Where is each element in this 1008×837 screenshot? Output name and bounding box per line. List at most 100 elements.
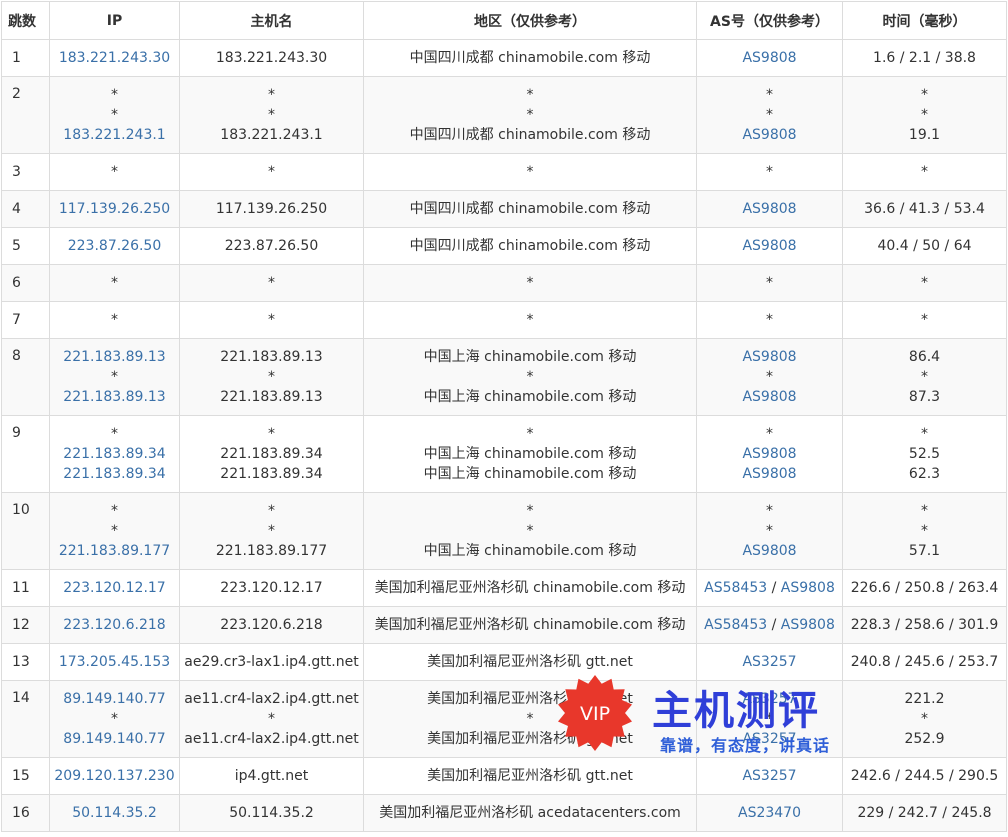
ip-link[interactable]: 89.149.140.77 bbox=[63, 691, 165, 707]
as-link[interactable]: AS9808 bbox=[742, 446, 796, 462]
ip-link[interactable]: 209.120.137.230 bbox=[54, 768, 174, 784]
ip-value: * bbox=[111, 107, 118, 123]
table-row: 5 223.87.26.50 223.87.26.50 中国四川成都 chinamob… bbox=[1, 227, 1007, 265]
host-line: 223.87.26.50 bbox=[224, 238, 319, 254]
time-cell: 228.3 / 258.6 / 301.9 bbox=[842, 606, 1007, 644]
as-cell: AS58453 / AS9808 bbox=[696, 569, 843, 607]
time-line: * bbox=[921, 523, 928, 539]
as-link[interactable]: AS23470 bbox=[738, 805, 801, 821]
ip-link[interactable]: 221.183.89.177 bbox=[59, 543, 170, 559]
host-cell: * 221.183.89.34 221.183.89.34 bbox=[179, 415, 364, 493]
as-line: AS9808 bbox=[697, 48, 842, 68]
ip-line: 209.120.137.230 bbox=[50, 766, 179, 786]
as-link[interactable]: AS9808 bbox=[742, 127, 796, 143]
host-line: ae11.cr4-lax2.ip4.gtt.net bbox=[184, 691, 359, 707]
as-line: * bbox=[697, 709, 842, 729]
ip-link[interactable]: 89.149.140.77 bbox=[63, 731, 165, 747]
as-link[interactable]: AS3257 bbox=[742, 768, 796, 784]
host-cell: * * 221.183.89.177 bbox=[179, 492, 364, 570]
as-link[interactable]: AS3257 bbox=[742, 654, 796, 670]
hop-number: 4 bbox=[1, 190, 50, 228]
ip-link[interactable]: 221.183.89.13 bbox=[63, 389, 165, 405]
as-cell: AS9808 bbox=[696, 39, 843, 77]
region-cell: 中国上海 chinamobile.com 移动 * 中国上海 chinamobile… bbox=[363, 338, 697, 416]
ip-cell: 89.149.140.77 * 89.149.140.77 bbox=[49, 680, 180, 758]
hop-number: 16 bbox=[1, 794, 50, 832]
as-link[interactable]: AS58453 bbox=[704, 580, 767, 596]
ip-link[interactable]: 183.221.243.1 bbox=[63, 127, 165, 143]
ip-value: * bbox=[111, 87, 118, 103]
time-line: 19.1 bbox=[908, 127, 941, 143]
as-link[interactable]: AS58453 bbox=[704, 617, 767, 633]
ip-link[interactable]: 50.114.35.2 bbox=[72, 805, 157, 821]
as-link[interactable]: AS9808 bbox=[742, 50, 796, 66]
as-line: AS23470 bbox=[697, 803, 842, 823]
host-line: 221.183.89.34 bbox=[220, 466, 323, 482]
as-link[interactable]: AS9808 bbox=[742, 349, 796, 365]
as-link[interactable]: AS9808 bbox=[742, 389, 796, 405]
host-line: * bbox=[268, 523, 275, 539]
as-line: * bbox=[697, 162, 842, 182]
as-cell: * bbox=[696, 301, 843, 339]
ip-link[interactable]: 173.205.45.153 bbox=[59, 654, 170, 670]
as-cell: AS3257 * AS3257 bbox=[696, 680, 843, 758]
hop-number: 2 bbox=[1, 76, 50, 154]
table-row: 14 89.149.140.77 * 89.149.140.77 ae11.cr4-la… bbox=[1, 680, 1007, 758]
as-line: * bbox=[697, 85, 842, 105]
ip-cell: * bbox=[49, 264, 180, 302]
as-link[interactable]: AS9808 bbox=[742, 201, 796, 217]
time-cell: 86.4 * 87.3 bbox=[842, 338, 1007, 416]
as-link[interactable]: AS9808 bbox=[742, 543, 796, 559]
time-cell: 229 / 242.7 / 245.8 bbox=[842, 794, 1007, 832]
as-link[interactable]: AS9808 bbox=[781, 580, 835, 596]
host-line: * bbox=[268, 711, 275, 727]
as-line: AS9808 bbox=[697, 541, 842, 561]
ip-link[interactable]: 221.183.89.34 bbox=[63, 466, 165, 482]
ip-link[interactable]: 117.139.26.250 bbox=[59, 201, 170, 217]
ip-link[interactable]: 223.120.6.218 bbox=[63, 617, 165, 633]
time-line: 40.4 / 50 / 64 bbox=[877, 238, 972, 254]
table-row: 7 * * * * * bbox=[1, 301, 1007, 339]
time-line: * bbox=[921, 711, 928, 727]
as-value: * bbox=[766, 503, 773, 519]
as-link[interactable]: AS9808 bbox=[781, 617, 835, 633]
ip-value: * bbox=[111, 503, 118, 519]
ip-value: * bbox=[111, 312, 118, 328]
hop-number: 14 bbox=[1, 680, 50, 758]
host-line: 221.183.89.13 bbox=[220, 389, 323, 405]
as-value: * bbox=[766, 275, 773, 291]
time-line: * bbox=[921, 426, 928, 442]
ip-cell: 223.87.26.50 bbox=[49, 227, 180, 265]
as-value: * bbox=[766, 369, 773, 385]
ip-link[interactable]: 221.183.89.34 bbox=[63, 446, 165, 462]
ip-link[interactable]: 223.87.26.50 bbox=[68, 238, 162, 254]
table-row: 12 223.120.6.218 223.120.6.218 美国加利福尼亚州洛杉矶 … bbox=[1, 606, 1007, 644]
header-region: 地区（仅供参考） bbox=[363, 1, 697, 40]
table-row: 11 223.120.12.17 223.120.12.17 美国加利福尼亚州洛杉矶 … bbox=[1, 569, 1007, 607]
region-cell: * bbox=[363, 301, 697, 339]
ip-cell: 50.114.35.2 bbox=[49, 794, 180, 832]
ip-link[interactable]: 223.120.12.17 bbox=[63, 580, 165, 596]
as-cell: AS9808 * AS9808 bbox=[696, 338, 843, 416]
hop-number: 7 bbox=[1, 301, 50, 339]
as-link[interactable]: AS3257 bbox=[742, 691, 796, 707]
time-line: 221.2 bbox=[904, 691, 945, 707]
as-link[interactable]: AS9808 bbox=[742, 238, 796, 254]
ip-line: * bbox=[50, 105, 179, 125]
as-line: * bbox=[697, 521, 842, 541]
region-cell: 美国加利福尼亚州洛杉矶 gtt.net * 美国加利福尼亚州洛杉矶 gtt.net bbox=[363, 680, 697, 758]
host-cell: 223.87.26.50 bbox=[179, 227, 364, 265]
as-line: AS9808 bbox=[697, 444, 842, 464]
ip-link[interactable]: 183.221.243.30 bbox=[59, 50, 170, 66]
host-line: * bbox=[268, 369, 275, 385]
as-link[interactable]: AS9808 bbox=[742, 466, 796, 482]
ip-line: 221.183.89.34 bbox=[50, 464, 179, 484]
as-link[interactable]: AS3257 bbox=[742, 731, 796, 747]
ip-link[interactable]: 221.183.89.13 bbox=[63, 349, 165, 365]
as-cell: * bbox=[696, 264, 843, 302]
time-line: 86.4 bbox=[908, 349, 941, 365]
table-row: 13 173.205.45.153 ae29.cr3-lax1.ip4.gtt.ne… bbox=[1, 643, 1007, 681]
region-line: 中国上海 chinamobile.com 移动 bbox=[423, 466, 637, 482]
host-line: 50.114.35.2 bbox=[229, 805, 314, 821]
region-line: * bbox=[526, 87, 534, 103]
